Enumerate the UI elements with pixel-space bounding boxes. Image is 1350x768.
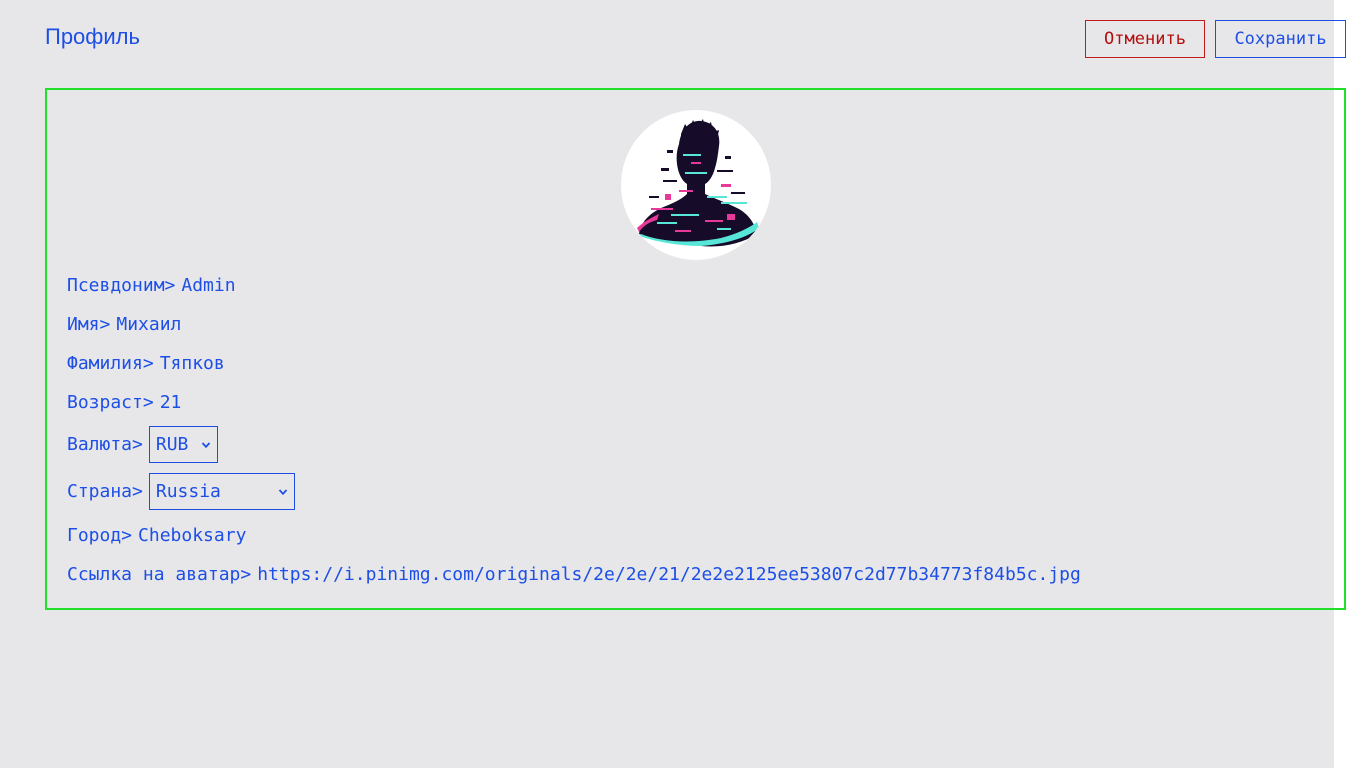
save-button[interactable]: Сохранить <box>1215 20 1346 58</box>
first-name-label: Имя> <box>67 314 111 335</box>
last-name-field: Фамилия> Тяпков <box>67 352 225 376</box>
currency-selected-value: RUB <box>155 433 189 455</box>
city-value[interactable]: Cheboksary <box>138 524 246 548</box>
page-title: Профиль <box>45 24 140 49</box>
cancel-button[interactable]: Отменить <box>1085 20 1205 58</box>
age-field: Возраст> 21 <box>67 391 181 415</box>
age-value[interactable]: 21 <box>160 391 182 415</box>
first-name-field: Имя> Михаил <box>67 313 181 337</box>
avatar-link-field: Ссылка на аватар> https://i.pinimg.com/o… <box>67 563 1081 587</box>
avatar-link-value[interactable]: https://i.pinimg.com/originals/2e/2e/21/… <box>257 563 1081 587</box>
last-name-value[interactable]: Тяпков <box>160 352 225 376</box>
country-select[interactable]: Russia <box>148 473 295 510</box>
last-name-label: Фамилия> <box>67 353 154 374</box>
chevron-down-icon <box>201 441 211 448</box>
nickname-value[interactable]: Admin <box>181 274 235 298</box>
nickname-field: Псевдоним> Admin <box>67 274 236 298</box>
age-label: Возраст> <box>67 392 154 413</box>
city-field: Город> Cheboksary <box>67 524 246 548</box>
city-label: Город> <box>67 525 133 546</box>
nickname-label: Псевдоним> <box>67 275 176 296</box>
country-field: Страна> Russia <box>67 473 295 510</box>
avatar-link-label: Ссылка на аватар> <box>67 564 252 585</box>
avatar <box>621 110 771 260</box>
country-label: Страна> <box>67 480 143 502</box>
country-selected-value: Russia <box>155 480 221 502</box>
first-name-value[interactable]: Михаил <box>116 313 181 337</box>
chevron-down-icon <box>278 488 288 495</box>
currency-label: Валюта> <box>67 433 143 455</box>
user-avatar-icon <box>637 119 759 247</box>
currency-select[interactable]: RUB <box>148 426 218 463</box>
currency-field: Валюта> RUB <box>67 426 218 463</box>
